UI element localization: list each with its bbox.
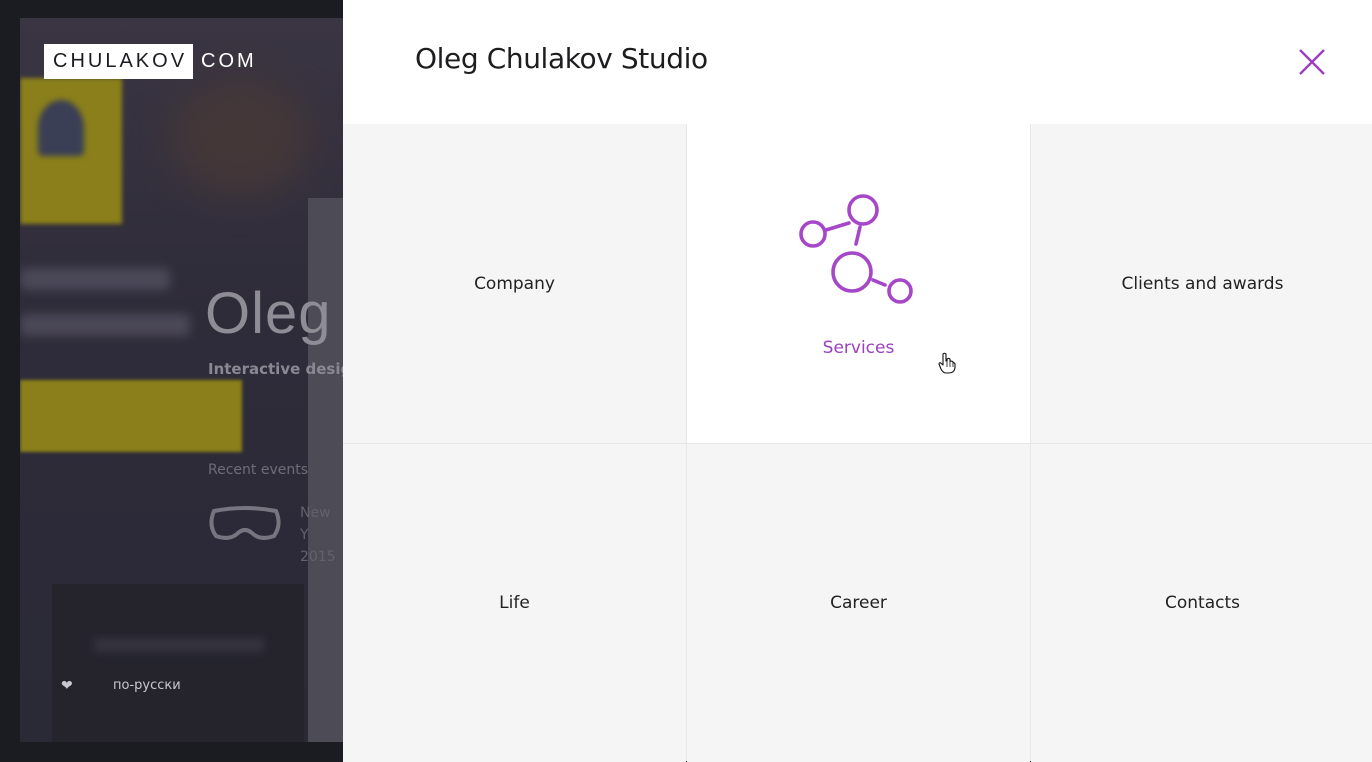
- background-avatar: [38, 100, 84, 156]
- logo-box-text: CHULAKOV: [44, 44, 194, 79]
- menu-title: Oleg Chulakov Studio: [415, 42, 708, 75]
- background-photo-blur: [170, 78, 310, 198]
- background-event-text: New Y 2015: [300, 505, 336, 565]
- background-footer-panel: [52, 584, 304, 742]
- background-yellow-button: [20, 380, 242, 452]
- background-page: Oleg Interactive design Recent events Ne…: [20, 18, 343, 742]
- menu-header: Oleg Chulakov Studio: [343, 0, 1372, 123]
- menu-tile-life[interactable]: Life: [343, 444, 686, 762]
- menu-tile-career[interactable]: Career: [687, 444, 1030, 762]
- menu-tile-label: Contacts: [1165, 593, 1240, 613]
- network-nodes-icon: [799, 194, 913, 304]
- background-recent-label: Recent events: [208, 462, 309, 478]
- menu-tile-company[interactable]: Company: [343, 124, 686, 443]
- background-hero-title: Oleg: [205, 281, 332, 346]
- menu-tile-contacts[interactable]: Contacts: [1031, 444, 1372, 762]
- heart-icon: ❤: [61, 677, 73, 693]
- background-text-blur: [20, 314, 190, 336]
- menu-tile-services[interactable]: Services: [687, 124, 1030, 443]
- navigation-menu-overlay: Oleg Chulakov Studio Company Services Cl…: [343, 0, 1372, 762]
- logo-suffix-text: COM: [201, 50, 257, 72]
- menu-tile-label: Services: [822, 338, 895, 358]
- hand-pointer-cursor: [938, 352, 956, 374]
- language-link[interactable]: по-русски: [113, 678, 181, 693]
- background-footer-text-blur: [94, 638, 264, 652]
- menu-tile-clients-and-awards[interactable]: Clients and awards: [1031, 124, 1372, 443]
- vr-goggles-icon: [209, 506, 281, 540]
- menu-tile-label: Clients and awards: [1121, 273, 1284, 294]
- close-icon[interactable]: [1298, 48, 1326, 76]
- background-text-blur: [20, 268, 170, 290]
- menu-tile-label: Life: [499, 593, 530, 613]
- site-logo[interactable]: CHULAKOV COM: [44, 44, 257, 79]
- menu-tile-label: Company: [474, 273, 555, 294]
- menu-grid: Company Services Clients and awards Life…: [343, 124, 1372, 762]
- background-hero-subtitle: Interactive design: [208, 360, 343, 378]
- menu-tile-label: Career: [830, 593, 887, 613]
